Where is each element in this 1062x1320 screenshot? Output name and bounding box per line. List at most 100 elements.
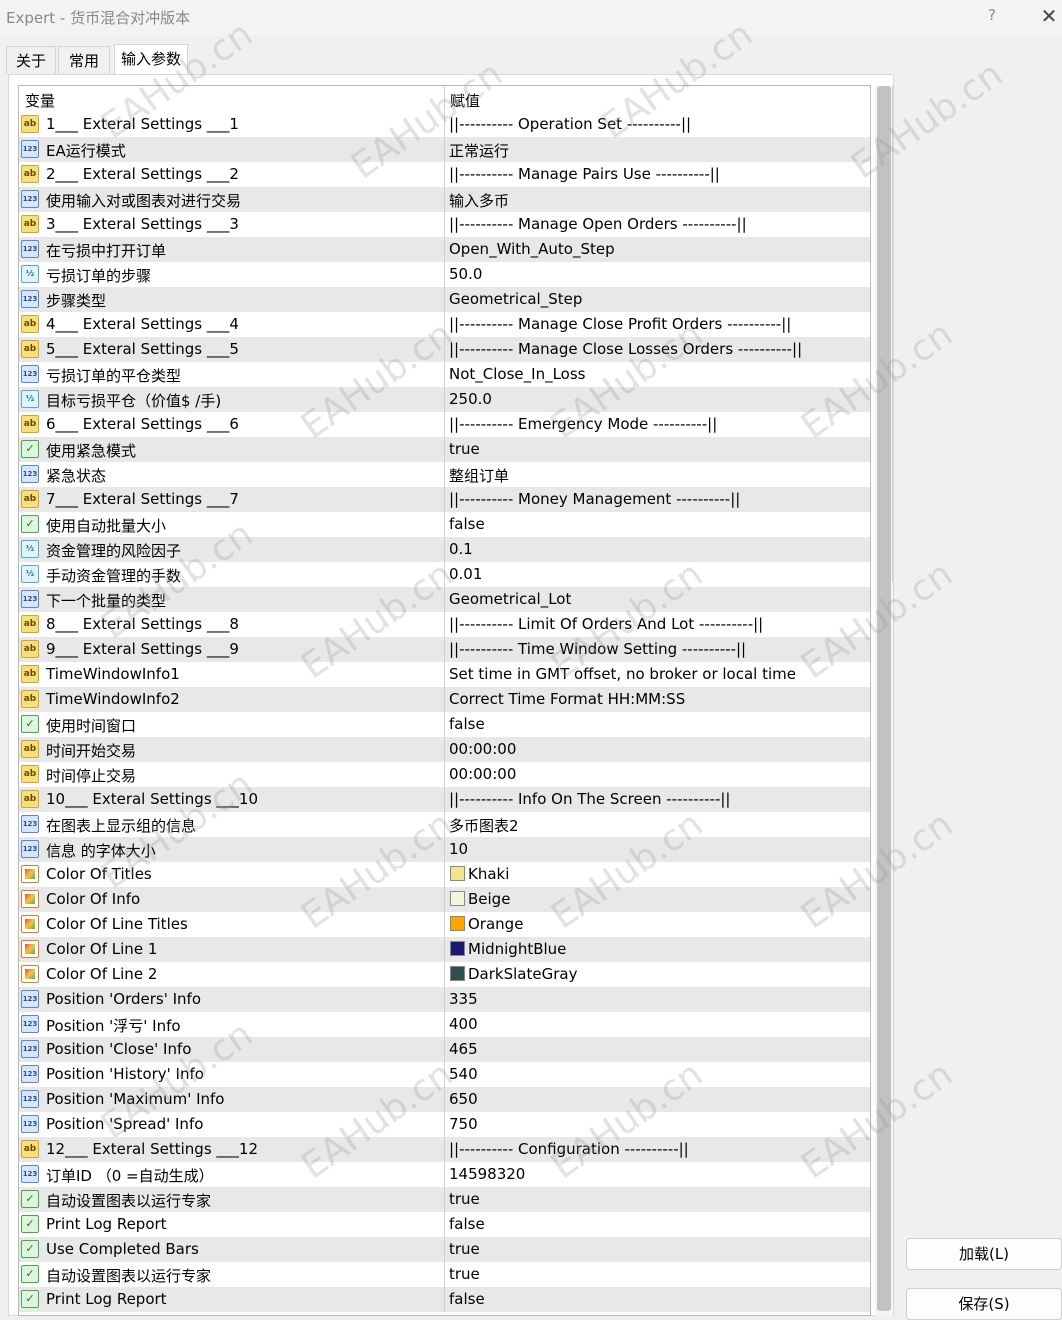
scrollbar-thumb[interactable] <box>877 86 891 1311</box>
variable-value[interactable]: ||---------- Manage Pairs Use ----------… <box>449 165 720 183</box>
variable-value[interactable]: 540 <box>449 1065 478 1083</box>
variable-value[interactable]: 10 <box>449 840 468 858</box>
variable-value[interactable]: 400 <box>449 1015 478 1033</box>
variable-value[interactable]: true <box>449 440 480 458</box>
variable-value[interactable]: Set time in GMT offset, no broker or loc… <box>449 665 796 683</box>
variable-value[interactable]: DarkSlateGray <box>468 965 577 983</box>
variable-value[interactable]: false <box>449 715 485 733</box>
table-row[interactable]: ab TimeWindowInfo2 Correct Time Format HH:… <box>19 687 870 712</box>
table-row[interactable]: 123 下一个批量的类型 Geometrical_Lot <box>19 587 870 612</box>
table-row[interactable]: ab 时间停止交易 00:00:00 <box>19 762 870 787</box>
variable-value[interactable]: 0.01 <box>449 565 482 583</box>
variable-value[interactable]: 0.1 <box>449 540 473 558</box>
table-row[interactable]: 123 信息 的字体大小 10 <box>19 837 870 862</box>
table-row[interactable]: 123 Position 'History' Info 540 <box>19 1062 870 1087</box>
tab-common[interactable]: 常用 <box>58 46 110 74</box>
variable-value[interactable]: false <box>449 1290 485 1308</box>
table-row[interactable]: 123 亏损订单的平仓类型 Not_Close_In_Loss <box>19 362 870 387</box>
table-row[interactable]: Color Of Titles Khaki <box>19 862 870 887</box>
variable-value[interactable]: 650 <box>449 1090 478 1108</box>
variable-value[interactable]: 465 <box>449 1040 478 1058</box>
table-row[interactable]: Color Of Line 1 MidnightBlue <box>19 937 870 962</box>
variable-value[interactable]: ||---------- Money Management ----------… <box>449 490 740 508</box>
table-row[interactable]: ab 6___ Exteral Settings ___6 ||----------… <box>19 412 870 437</box>
table-row[interactable]: 123 紧急状态 整组订单 <box>19 462 870 487</box>
variable-value[interactable]: Geometrical_Step <box>449 290 582 308</box>
table-row[interactable]: 123 Position '浮亏' Info 400 <box>19 1012 870 1037</box>
variable-value[interactable]: 正常运行 <box>449 140 509 161</box>
variable-value[interactable]: 00:00:00 <box>449 765 516 783</box>
table-row[interactable]: ab 8___ Exteral Settings ___8 ||----------… <box>19 612 870 637</box>
variable-value[interactable]: 00:00:00 <box>449 740 516 758</box>
table-row[interactable]: ✓ Print Log Report false <box>19 1287 870 1312</box>
variable-value[interactable]: 50.0 <box>449 265 482 283</box>
variable-value[interactable]: MidnightBlue <box>468 940 566 958</box>
header-divider[interactable] <box>444 86 445 112</box>
help-button[interactable]: ? <box>982 6 1002 28</box>
table-row[interactable]: ✓ 自动设置图表以运行专家 true <box>19 1187 870 1212</box>
variable-value[interactable]: Open_With_Auto_Step <box>449 240 615 258</box>
variable-value[interactable]: Orange <box>468 915 523 933</box>
variable-value[interactable]: false <box>449 515 485 533</box>
table-row[interactable]: 123 使用输入对或图表对进行交易 输入多币 <box>19 187 870 212</box>
variable-value[interactable]: 335 <box>449 990 478 1008</box>
table-row[interactable]: 123 在亏损中打开订单 Open_With_Auto_Step <box>19 237 870 262</box>
table-row[interactable]: Color Of Line 2 DarkSlateGray <box>19 962 870 987</box>
variable-value[interactable]: ||---------- Time Window Setting -------… <box>449 640 746 658</box>
variable-value[interactable]: Not_Close_In_Loss <box>449 365 585 383</box>
variable-value[interactable]: 多币图表2 <box>449 815 519 836</box>
variable-value[interactable]: false <box>449 1215 485 1233</box>
table-row[interactable]: ab 9___ Exteral Settings ___9 ||----------… <box>19 637 870 662</box>
table-row[interactable]: Color Of Info Beige <box>19 887 870 912</box>
table-row[interactable]: ✓ 使用紧急模式 true <box>19 437 870 462</box>
variable-value[interactable]: Khaki <box>468 865 509 883</box>
table-row[interactable]: ab 2___ Exteral Settings ___2 ||----------… <box>19 162 870 187</box>
variable-value[interactable]: Beige <box>468 890 510 908</box>
variable-value[interactable]: 输入多币 <box>449 190 509 211</box>
table-row[interactable]: ab 12___ Exteral Settings ___12 ||--------… <box>19 1137 870 1162</box>
variable-value[interactable]: Correct Time Format HH:MM:SS <box>449 690 685 708</box>
variable-value[interactable]: ||---------- Manage Open Orders --------… <box>449 215 747 233</box>
table-row[interactable]: ½ 资金管理的风险因子 0.1 <box>19 537 870 562</box>
table-row[interactable]: 123 Position 'Maximum' Info 650 <box>19 1087 870 1112</box>
close-button[interactable]: ✕ <box>1038 4 1060 28</box>
table-row[interactable]: ab 10___ Exteral Settings ___10 ||--------… <box>19 787 870 812</box>
variable-value[interactable]: ||---------- Info On The Screen --------… <box>449 790 730 808</box>
variable-value[interactable]: ||---------- Manage Close Losses Orders … <box>449 340 802 358</box>
variable-value[interactable]: ||---------- Operation Set ----------|| <box>449 115 691 133</box>
table-row[interactable]: ✓ 使用自动批量大小 false <box>19 512 870 537</box>
header-value[interactable]: 赋值 <box>450 90 480 111</box>
table-row[interactable]: ab 4___ Exteral Settings ___4 ||----------… <box>19 312 870 337</box>
save-button[interactable]: 保存(S) <box>906 1288 1062 1320</box>
tab-about[interactable]: 关于 <box>6 46 56 74</box>
table-row[interactable]: 123 EA运行模式 正常运行 <box>19 137 870 162</box>
table-row[interactable]: ✓ 自动设置图表以运行专家 true <box>19 1262 870 1287</box>
variable-value[interactable]: ||---------- Manage Close Profit Orders … <box>449 315 791 333</box>
variable-value[interactable]: true <box>449 1190 480 1208</box>
table-row[interactable]: ab 3___ Exteral Settings ___3 ||----------… <box>19 212 870 237</box>
table-row[interactable]: Color Of Line Titles Orange <box>19 912 870 937</box>
table-row[interactable]: ab 5___ Exteral Settings ___5 ||----------… <box>19 337 870 362</box>
table-row[interactable]: 123 订单ID （0 =自动生成） 14598320 <box>19 1162 870 1187</box>
table-row[interactable]: 123 在图表上显示组的信息 多币图表2 <box>19 812 870 837</box>
table-row[interactable]: ✓ 使用时间窗口 false <box>19 712 870 737</box>
table-row[interactable]: ½ 目标亏损平仓（价值$ /手) 250.0 <box>19 387 870 412</box>
variable-value[interactable]: Geometrical_Lot <box>449 590 571 608</box>
table-row[interactable]: 123 步骤类型 Geometrical_Step <box>19 287 870 312</box>
variable-value[interactable]: true <box>449 1265 480 1283</box>
table-row[interactable]: ab 时间开始交易 00:00:00 <box>19 737 870 762</box>
table-row[interactable]: ✓ Print Log Report false <box>19 1212 870 1237</box>
table-row[interactable]: ab TimeWindowInfo1 Set time in GMT offset,… <box>19 662 870 687</box>
variable-value[interactable]: 250.0 <box>449 390 492 408</box>
variable-value[interactable]: true <box>449 1240 480 1258</box>
header-variable[interactable]: 变量 <box>25 90 55 111</box>
table-row[interactable]: 123 Position 'Close' Info 465 <box>19 1037 870 1062</box>
variable-value[interactable]: 750 <box>449 1115 478 1133</box>
table-row[interactable]: 123 Position 'Orders' Info 335 <box>19 987 870 1012</box>
tab-inputs[interactable]: 输入参数 <box>114 44 188 74</box>
table-row[interactable]: ab 1___ Exteral Settings ___1 ||----------… <box>19 112 870 137</box>
variable-value[interactable]: ||---------- Emergency Mode ----------|| <box>449 415 717 433</box>
variable-value[interactable]: ||---------- Configuration ----------|| <box>449 1140 689 1158</box>
table-row[interactable]: ab 7___ Exteral Settings ___7 ||----------… <box>19 487 870 512</box>
variable-value[interactable]: 14598320 <box>449 1165 525 1183</box>
